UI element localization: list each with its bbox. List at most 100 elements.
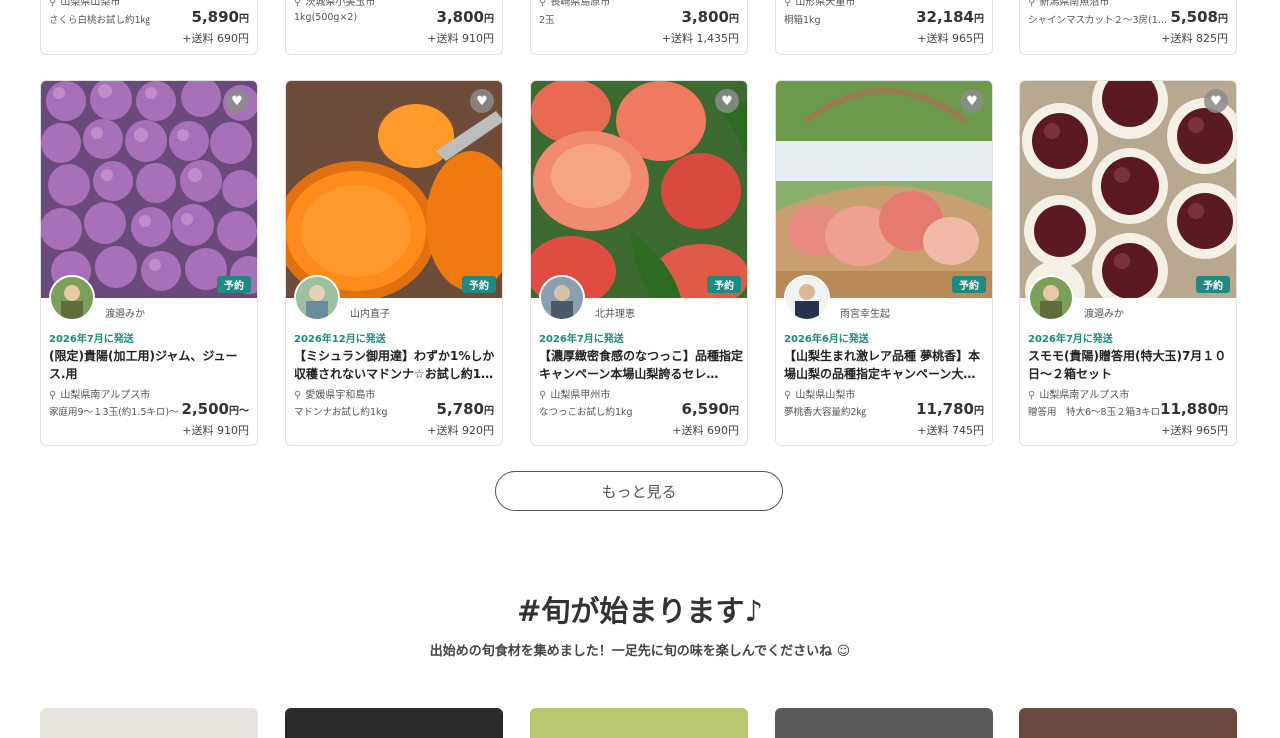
product-title[interactable]: スモモ(貴陽)贈答用(特大玉)7月１０日～２箱セット [1028, 347, 1232, 383]
product-image[interactable]: ♥ 予約 [41, 81, 257, 298]
product-card[interactable]: ♥ 予約 北井理恵 2026年7月に発送 【濃厚緻密食感のなつっこ】品種指定キャ… [530, 80, 748, 446]
reservation-badge: 予約 [952, 276, 986, 293]
favorite-heart-icon[interactable]: ♥ [715, 89, 739, 113]
location-pin-icon: ⚲ [784, 0, 792, 8]
product-variant: 2玉 [539, 15, 555, 26]
product-image[interactable]: ♥ 予約 [286, 81, 502, 298]
product-image[interactable]: ♥ 予約 [1020, 81, 1236, 298]
shipping-fee: +送料 910円 [427, 32, 494, 45]
product-title[interactable]: 【ミシュラン御用達】わずか1%しか収穫されないマドンナ☆お試し約1… [294, 347, 498, 383]
product-price: 3,800円 [436, 8, 494, 26]
product-card[interactable]: ⚲ 長崎県島原市 2玉 3,800円 +送料 1,435円 [530, 0, 748, 55]
product-card[interactable]: ♥ 予約 雨宮幸生起 2026年6月に発送 【山梨生まれ激レア品種 夢桃香】本場… [775, 80, 993, 446]
product-card[interactable]: ♥ 予約 山内直子 2026年12月に発送 【ミシュラン御用達】わずか1%しか収… [285, 80, 503, 446]
product-card[interactable]: ♥ 予約 渡邉みか 2026年7月に発送 スモモ(貴陽)贈答用(特大玉)7月１０… [1019, 80, 1237, 446]
section-title: #旬が始まります♪ [517, 594, 763, 628]
product-title[interactable]: 【濃厚緻密食感のなつっこ】品種指定キャンペーン本場山梨誇るセレ… [539, 347, 743, 383]
producer-name[interactable]: 山内直子 [350, 305, 390, 320]
reservation-badge: 予約 [707, 276, 741, 293]
shipping-fee: +送料 825円 [1161, 32, 1228, 45]
product-card[interactable]: ⚲ 山形県天童市 桐箱1kg 32,184円 +送料 965円 [775, 0, 993, 55]
shipping-date: 2026年7月に発送 [1028, 334, 1113, 345]
product-location: 茨城県小美玉市 [305, 0, 376, 8]
producer-avatar[interactable] [1028, 275, 1074, 321]
product-price: 6,590円 [681, 400, 739, 418]
product-price: 11,880円 [1160, 400, 1228, 418]
shipping-fee: +送料 910円 [182, 424, 249, 437]
producer-avatar[interactable] [539, 275, 585, 321]
producer-avatar[interactable] [784, 275, 830, 321]
location-pin-icon: ⚲ [539, 390, 547, 401]
favorite-heart-icon[interactable]: ♥ [1204, 89, 1228, 113]
product-card[interactable] [285, 708, 503, 738]
product-price: 32,184円 [916, 8, 984, 26]
product-location: 山梨県山梨市 [60, 0, 121, 8]
product-price: 11,780円 [916, 400, 984, 418]
product-image[interactable]: ♥ 予約 [531, 81, 747, 298]
product-price: 5,508円 [1170, 8, 1228, 26]
product-card[interactable] [530, 708, 748, 738]
product-title[interactable]: (限定)貴陽(加工用)ジャム、ジュース.用 [49, 347, 253, 383]
producer-name[interactable]: 雨宮幸生起 [840, 305, 890, 320]
product-card[interactable]: ⚲ 茨城県小美玉市 1kg(500g×2) 3,800円 +送料 910円 [285, 0, 503, 55]
favorite-heart-icon[interactable]: ♥ [470, 89, 494, 113]
location-pin-icon: ⚲ [1028, 390, 1036, 401]
shipping-fee: +送料 965円 [1161, 424, 1228, 437]
location-pin-icon: ⚲ [294, 0, 302, 8]
location-pin-icon: ⚲ [294, 390, 302, 401]
product-card[interactable]: ⚲ 新潟県南魚沼市 シャインマスカット２～3房(1… 5,508円 +送料 825… [1019, 0, 1237, 55]
product-card[interactable] [1019, 708, 1237, 738]
shipping-fee: +送料 920円 [427, 424, 494, 437]
producer-name[interactable]: 渡邉みか [105, 305, 145, 320]
product-location: 山梨県山梨市 [795, 390, 856, 401]
shipping-date: 2026年6月に発送 [784, 334, 869, 345]
product-location: 新潟県南魚沼市 [1039, 0, 1110, 8]
product-location: 山形県天童市 [795, 0, 856, 8]
location-pin-icon: ⚲ [539, 0, 547, 8]
product-variant: 桐箱1kg [784, 15, 821, 26]
product-variant: さくら白桃お試し約1㎏ [49, 15, 151, 26]
product-card[interactable] [775, 708, 993, 738]
product-card[interactable] [40, 708, 258, 738]
product-location: 山梨県南アルプス市 [60, 390, 151, 401]
shipping-date: 2026年12月に発送 [294, 334, 386, 345]
reservation-badge: 予約 [462, 276, 496, 293]
producer-name[interactable]: 渡邉みか [1084, 305, 1124, 320]
product-card[interactable]: ⚲ 山梨県山梨市 さくら白桃お試し約1㎏ 5,890円 +送料 690円 [40, 0, 258, 55]
shipping-date: 2026年7月に発送 [49, 334, 134, 345]
section-subtitle: 出始めの旬食材を集めました！一足先に旬の味を楽しんでくださいね ☺ [429, 644, 851, 659]
product-price: 5,780円 [436, 400, 494, 418]
location-pin-icon: ⚲ [49, 0, 57, 8]
location-pin-icon: ⚲ [1028, 0, 1036, 8]
shipping-fee: +送料 745円 [917, 424, 984, 437]
producer-name[interactable]: 北井理恵 [595, 305, 635, 320]
product-variant: 家庭用9～１3玉(約1.5キロ)～ [49, 407, 179, 418]
product-location: 長崎県島原市 [550, 0, 611, 8]
producer-avatar[interactable] [49, 275, 95, 321]
location-pin-icon: ⚲ [784, 390, 792, 401]
product-price: 5,890円 [191, 8, 249, 26]
product-location: 山梨県南アルプス市 [1039, 390, 1130, 401]
product-card[interactable]: ♥ 予約 渡邉みか 2026年7月に発送 (限定)貴陽(加工用)ジャム、ジュース… [40, 80, 258, 446]
product-variant: マドンナお試し約1kg [294, 407, 388, 418]
product-variant: なつっこお試し約1kg [539, 407, 633, 418]
product-variant: シャインマスカット２～3房(1… [1028, 15, 1168, 26]
reservation-badge: 予約 [1196, 276, 1230, 293]
product-title[interactable]: 【山梨生まれ激レア品種 夢桃香】本場山梨の品種指定キャンペーン大… [784, 347, 988, 383]
shipping-fee: +送料 690円 [672, 424, 739, 437]
favorite-heart-icon[interactable]: ♥ [960, 89, 984, 113]
product-price: 3,800円 [681, 8, 739, 26]
shipping-fee: +送料 690円 [182, 32, 249, 45]
favorite-heart-icon[interactable]: ♥ [225, 89, 249, 113]
product-location: 山梨県甲州市 [550, 390, 611, 401]
shipping-date: 2026年7月に発送 [539, 334, 624, 345]
reservation-badge: 予約 [217, 276, 251, 293]
producer-avatar[interactable] [294, 275, 340, 321]
product-variant: 夢桃香大容量約2㎏ [784, 407, 867, 418]
product-variant: 贈答用 特大6～8玉２箱3キロ [1028, 407, 1161, 418]
product-image[interactable]: ♥ 予約 [776, 81, 992, 298]
location-pin-icon: ⚲ [49, 390, 57, 401]
shipping-fee: +送料 1,435円 [661, 32, 739, 45]
shipping-fee: +送料 965円 [917, 32, 984, 45]
show-more-button[interactable]: もっと見る [495, 471, 783, 511]
